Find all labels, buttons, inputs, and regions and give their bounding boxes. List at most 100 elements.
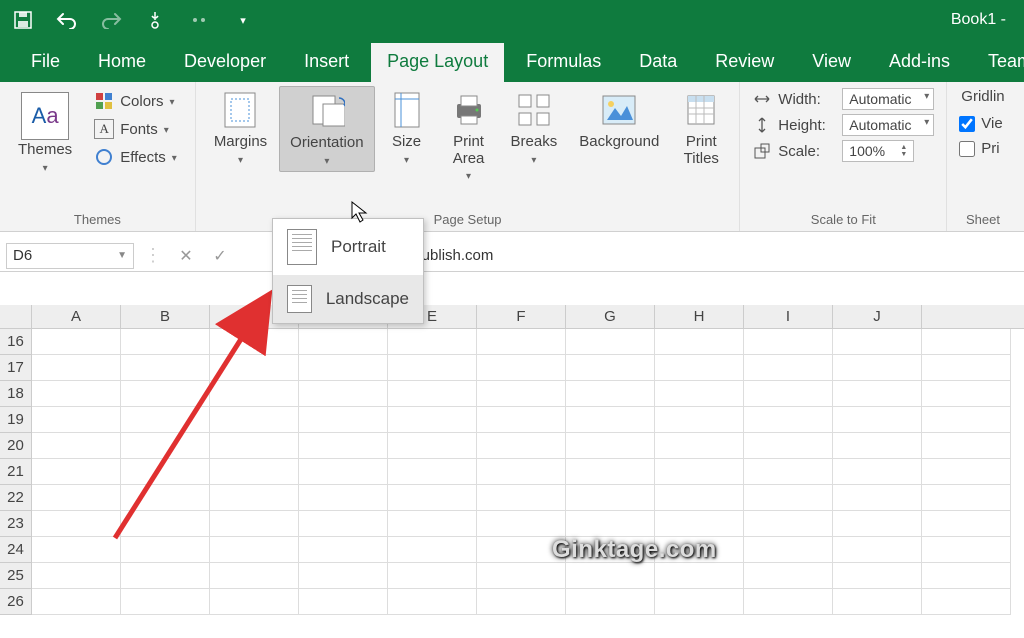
cell[interactable]	[833, 563, 922, 589]
cell[interactable]	[32, 355, 121, 381]
col-header[interactable]: H	[655, 305, 744, 328]
cell[interactable]	[655, 329, 744, 355]
spreadsheet-grid[interactable]: A B C D E F G H I J 16171819202122232425…	[0, 305, 1024, 638]
cell[interactable]	[833, 329, 922, 355]
cell[interactable]	[121, 381, 210, 407]
cell[interactable]	[566, 407, 655, 433]
row-header[interactable]: 17	[0, 355, 32, 381]
cell[interactable]	[210, 329, 299, 355]
col-header[interactable]: F	[477, 305, 566, 328]
cell[interactable]	[388, 511, 477, 537]
cell[interactable]	[299, 329, 388, 355]
cell[interactable]	[121, 511, 210, 537]
gridlines-view-checkbox[interactable]: Vie	[959, 113, 1006, 134]
cell[interactable]	[744, 485, 833, 511]
cell[interactable]	[299, 407, 388, 433]
margins-button[interactable]: Margins ▾	[204, 86, 277, 170]
cell[interactable]	[655, 589, 744, 615]
cell[interactable]	[833, 407, 922, 433]
cell[interactable]	[299, 485, 388, 511]
cell[interactable]	[299, 355, 388, 381]
cell[interactable]	[566, 459, 655, 485]
cell[interactable]	[744, 537, 833, 563]
cell[interactable]	[744, 381, 833, 407]
orientation-landscape[interactable]: Landscape	[273, 275, 423, 323]
cell[interactable]	[655, 459, 744, 485]
cell[interactable]	[210, 355, 299, 381]
cell[interactable]	[32, 381, 121, 407]
tab-addins[interactable]: Add-ins	[873, 43, 966, 82]
cell[interactable]	[32, 485, 121, 511]
tab-formulas[interactable]: Formulas	[510, 43, 617, 82]
cell[interactable]	[210, 537, 299, 563]
cell[interactable]	[833, 459, 922, 485]
row-header[interactable]: 21	[0, 459, 32, 485]
cell[interactable]	[833, 433, 922, 459]
cell[interactable]	[299, 563, 388, 589]
cell[interactable]	[477, 355, 566, 381]
cell[interactable]	[388, 381, 477, 407]
enter-icon[interactable]: ✓	[206, 243, 234, 269]
row-header[interactable]: 16	[0, 329, 32, 355]
cell[interactable]	[566, 329, 655, 355]
cell[interactable]	[121, 433, 210, 459]
cell[interactable]	[655, 407, 744, 433]
cell[interactable]	[121, 485, 210, 511]
cell[interactable]	[299, 459, 388, 485]
scale-spinner[interactable]: 100% ▲▼	[842, 140, 914, 162]
width-select[interactable]: Automatic	[842, 88, 934, 110]
cell[interactable]	[210, 511, 299, 537]
cell[interactable]	[566, 511, 655, 537]
themes-button[interactable]: Aa Themes ▾	[8, 86, 82, 178]
cell[interactable]	[388, 459, 477, 485]
orientation-button[interactable]: Orientation ▾	[279, 86, 374, 172]
col-header[interactable]: G	[566, 305, 655, 328]
height-select[interactable]: Automatic	[842, 114, 934, 136]
cell[interactable]	[833, 511, 922, 537]
redo-icon[interactable]	[98, 7, 124, 33]
effects-button[interactable]: Effects ▾	[88, 144, 183, 170]
cell[interactable]	[121, 537, 210, 563]
cell[interactable]	[833, 485, 922, 511]
tab-home[interactable]: Home	[82, 43, 162, 82]
cell[interactable]	[32, 459, 121, 485]
cell[interactable]	[922, 355, 1011, 381]
col-header[interactable]: J	[833, 305, 922, 328]
cell[interactable]	[210, 563, 299, 589]
col-header[interactable]: A	[32, 305, 121, 328]
row-header[interactable]: 19	[0, 407, 32, 433]
cell[interactable]	[655, 511, 744, 537]
cell[interactable]	[299, 589, 388, 615]
cell[interactable]	[210, 433, 299, 459]
cancel-icon[interactable]: ✕	[172, 243, 200, 269]
cell[interactable]	[566, 355, 655, 381]
cell[interactable]	[833, 589, 922, 615]
colors-button[interactable]: Colors ▾	[88, 88, 183, 114]
cell[interactable]	[833, 381, 922, 407]
row-header[interactable]: 24	[0, 537, 32, 563]
print-titles-button[interactable]: PrintTitles	[671, 86, 731, 171]
cell[interactable]	[299, 381, 388, 407]
name-box[interactable]: D6 ▼	[6, 243, 134, 269]
save-icon[interactable]	[10, 7, 36, 33]
cell[interactable]	[566, 381, 655, 407]
cell[interactable]	[566, 563, 655, 589]
cell[interactable]	[655, 381, 744, 407]
qat-more-icon[interactable]	[186, 7, 212, 33]
cell[interactable]	[922, 329, 1011, 355]
cell[interactable]	[744, 433, 833, 459]
cell[interactable]	[566, 589, 655, 615]
col-header[interactable]: B	[121, 305, 210, 328]
row-header[interactable]: 20	[0, 433, 32, 459]
cell[interactable]	[477, 563, 566, 589]
row-header[interactable]: 25	[0, 563, 32, 589]
cell[interactable]	[922, 589, 1011, 615]
cell[interactable]	[922, 563, 1011, 589]
cell[interactable]	[32, 329, 121, 355]
cell[interactable]	[210, 407, 299, 433]
cell[interactable]	[922, 407, 1011, 433]
cell[interactable]	[922, 433, 1011, 459]
cell[interactable]	[388, 563, 477, 589]
cell[interactable]	[744, 355, 833, 381]
tab-page-layout[interactable]: Page Layout	[371, 43, 504, 82]
